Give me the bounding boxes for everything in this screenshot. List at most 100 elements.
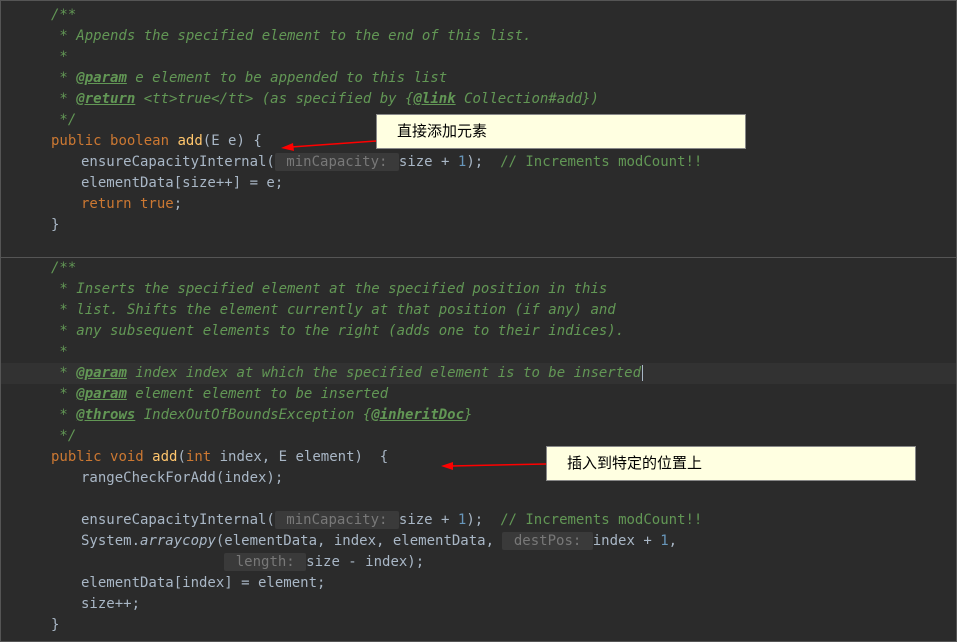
code-line: *: [1, 342, 956, 363]
number-literal: 1: [660, 533, 668, 549]
code-text: size - index);: [306, 554, 424, 570]
arrow-icon: [281, 137, 376, 151]
javadoc-param: * @param e element to be appended to thi…: [51, 70, 447, 86]
modifier-keyword: public: [51, 449, 102, 465]
return-type: boolean: [110, 133, 169, 149]
code-text: ensureCapacityInternal(: [81, 154, 275, 170]
javadoc-param: * @param element element to be inserted: [51, 386, 388, 402]
param-tag: @param: [76, 70, 127, 86]
param-hint: minCapacity:: [275, 511, 399, 529]
code-text: );: [466, 512, 500, 528]
code-line: elementData[size++] = e;: [1, 173, 956, 194]
close-brace: }: [51, 217, 59, 233]
return-keyword: return: [81, 196, 132, 212]
throws-text: IndexOutOfBoundsException {: [135, 407, 371, 423]
code-line: * @throws IndexOutOfBoundsException {@in…: [1, 405, 956, 426]
javadoc-return: * @return <tt>true</tt> (as specified by…: [51, 91, 599, 107]
close-brace: }: [51, 617, 59, 633]
javadoc-close: */: [51, 112, 76, 128]
code-line: length: size - index);: [1, 552, 956, 573]
param-tag: @param: [76, 365, 127, 381]
annotation-box-2: 插入到特定的位置上: [546, 446, 916, 481]
javadoc-blank: *: [51, 344, 68, 360]
code-text: (elementData, index, elementData,: [216, 533, 503, 549]
code-line: * @param e element to be appended to thi…: [1, 68, 956, 89]
code-text: elementData[index] = element;: [81, 575, 325, 591]
param-text: index index at which the specified eleme…: [127, 365, 641, 381]
code-line: * Appends the specified element to the e…: [1, 26, 956, 47]
modifier-keyword: public: [51, 133, 102, 149]
code-text: ;: [174, 196, 182, 212]
static-method: arraycopy: [140, 533, 216, 549]
return-text1: <tt>true</tt> (as specified by {: [135, 91, 413, 107]
code-line: return true;: [1, 194, 956, 215]
code-line: * any subsequent elements to the right (…: [1, 321, 956, 342]
param-tag: @param: [76, 386, 127, 402]
javadoc-desc: * Appends the specified element to the e…: [51, 28, 531, 44]
code-text: System.: [81, 533, 140, 549]
javadoc-open: /**: [51, 7, 76, 23]
return-tag: @return: [76, 91, 135, 107]
javadoc-close: */: [51, 428, 76, 444]
param-hint: destPos:: [502, 532, 592, 550]
code-text: );: [466, 154, 500, 170]
code-text: rangeCheckForAdd(index);: [81, 470, 283, 486]
code-text: size +: [399, 512, 458, 528]
link-tag: @link: [413, 91, 455, 107]
blank-line: [1, 489, 956, 510]
annotation-text: 直接添加元素: [397, 123, 487, 140]
code-text: elementData[size++] = e;: [81, 175, 283, 191]
code-line: /**: [1, 258, 956, 279]
param-text: element element to be inserted: [127, 386, 388, 402]
code-text: index +: [593, 533, 660, 549]
javadoc-desc: * Inserts the specified element at the s…: [51, 281, 607, 297]
code-line: System.arraycopy(elementData, index, ele…: [1, 531, 956, 552]
code-line-cursor: * @param index index at which the specif…: [1, 363, 956, 384]
code-line: }: [1, 615, 956, 636]
code-line: ensureCapacityInternal( minCapacity: siz…: [1, 510, 956, 531]
code-text: size +: [399, 154, 458, 170]
code-line: }: [1, 215, 956, 236]
code-text: size++;: [81, 596, 140, 612]
annotation-box-1: 直接添加元素: [376, 114, 746, 149]
boolean-literal: true: [132, 196, 174, 212]
return-type: void: [110, 449, 144, 465]
code-line: size++;: [1, 594, 956, 615]
code-line: /**: [1, 5, 956, 26]
javadoc-desc: * list. Shifts the element currently at …: [51, 302, 616, 318]
code-line: * @return <tt>true</tt> (as specified by…: [1, 89, 956, 110]
annotation-text: 插入到特定的位置上: [567, 455, 702, 472]
javadoc-param: * @param index index at which the specif…: [51, 365, 641, 381]
throws-tag: @throws: [76, 407, 135, 423]
param-text: e element to be appended to this list: [127, 70, 447, 86]
code-line: */: [1, 426, 956, 447]
code-line: elementData[index] = element;: [1, 573, 956, 594]
method-name: add: [177, 133, 202, 149]
throws-text: }: [464, 407, 472, 423]
line-comment: // Increments modCount!!: [500, 154, 702, 170]
method-params: index, E element) {: [211, 449, 388, 465]
blank-line: [1, 236, 956, 257]
param-hint: length:: [224, 553, 306, 571]
code-text: ensureCapacityInternal(: [81, 512, 275, 528]
code-line: * @param element element to be inserted: [1, 384, 956, 405]
inherit-tag: @inheritDoc: [371, 407, 464, 423]
method-params: (E e) {: [203, 133, 262, 149]
code-editor[interactable]: /** * Appends the specified element to t…: [1, 1, 956, 640]
javadoc-open: /**: [51, 260, 76, 276]
method-name: add: [152, 449, 177, 465]
code-line: *: [1, 47, 956, 68]
line-comment: // Increments modCount!!: [500, 512, 702, 528]
param-hint: minCapacity:: [275, 153, 399, 171]
javadoc-desc: * any subsequent elements to the right (…: [51, 323, 624, 339]
code-line: * list. Shifts the element currently at …: [1, 300, 956, 321]
code-line: * Inserts the specified element at the s…: [1, 279, 956, 300]
javadoc-throws: * @throws IndexOutOfBoundsException {@in…: [51, 407, 472, 423]
return-text2: Collection#add}): [456, 91, 599, 107]
code-line: ensureCapacityInternal( minCapacity: siz…: [1, 152, 956, 173]
code-text: ,: [669, 533, 677, 549]
javadoc-blank: *: [51, 49, 68, 65]
arrow-icon: [441, 458, 546, 472]
int-keyword: int: [186, 449, 211, 465]
text-cursor: [642, 365, 643, 381]
